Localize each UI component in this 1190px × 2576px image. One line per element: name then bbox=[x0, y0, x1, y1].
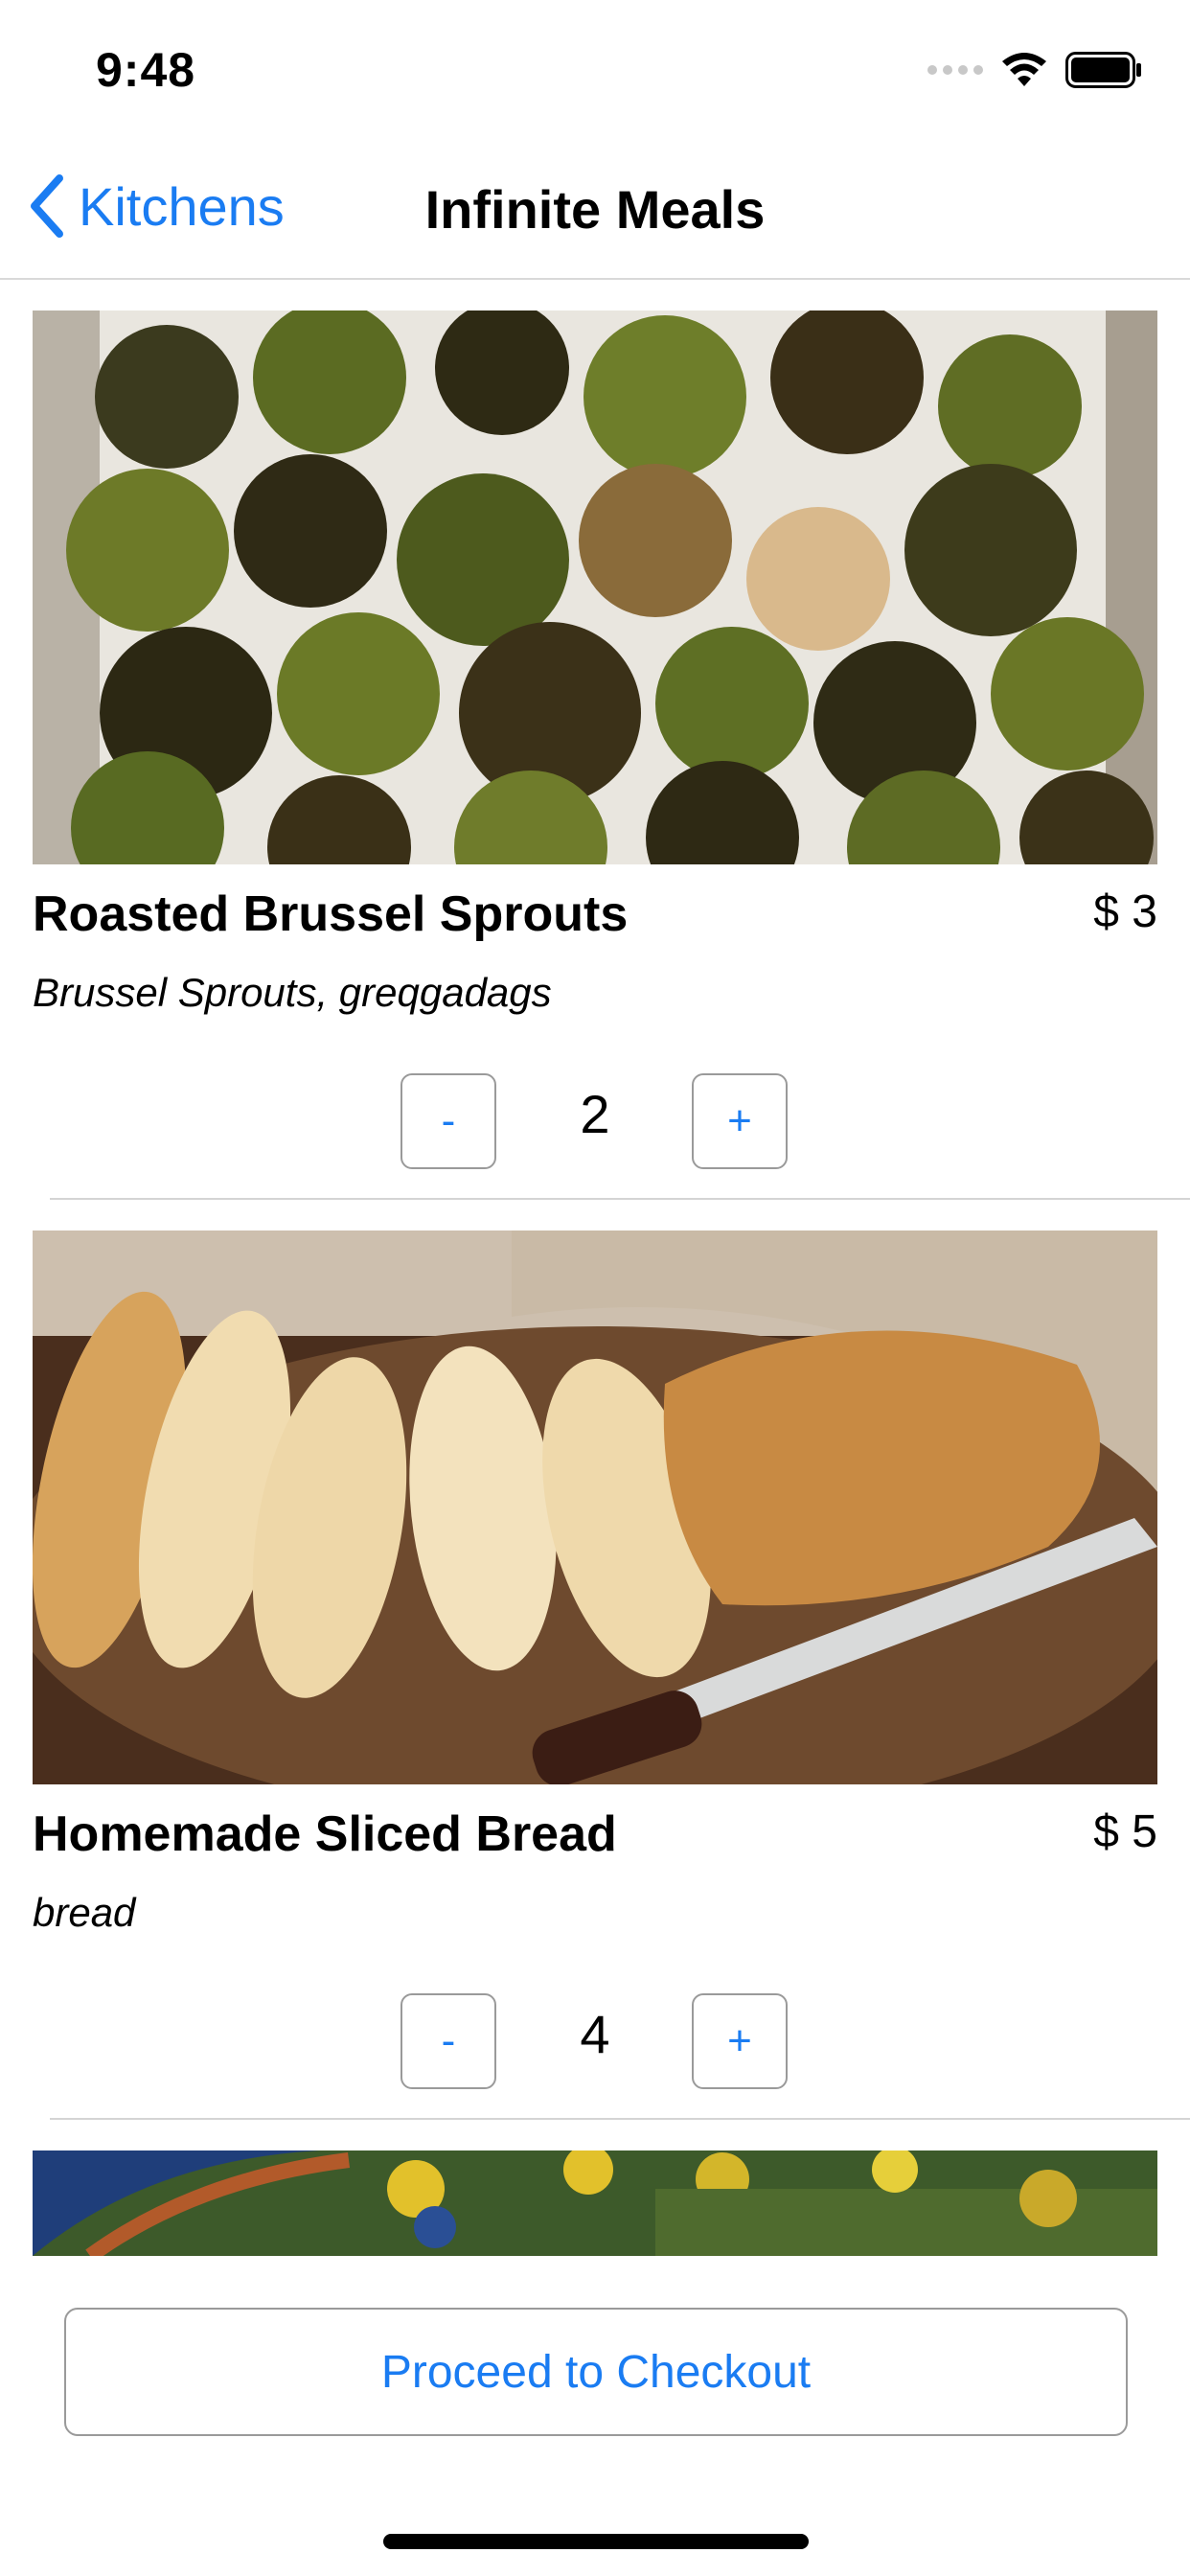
dish-name: Homemade Sliced Bread bbox=[33, 1806, 617, 1862]
checkout-footer: Proceed to Checkout bbox=[0, 2256, 1190, 2576]
dish-price: $ 3 bbox=[1093, 886, 1157, 937]
roasted-brussel-sprouts-photo bbox=[33, 310, 1157, 864]
wifi-icon bbox=[1002, 53, 1046, 86]
increase-quantity-button[interactable]: + bbox=[692, 1073, 788, 1169]
battery-icon bbox=[1065, 52, 1141, 88]
quantity-value: 4 bbox=[580, 2004, 610, 2064]
home-indicator[interactable] bbox=[383, 2534, 809, 2549]
menu-item: Roasted Brussel Sprouts $ 3 Brussel Spro… bbox=[0, 280, 1190, 1200]
page-title: Infinite Meals bbox=[424, 179, 766, 240]
increase-quantity-button[interactable]: + bbox=[692, 1993, 788, 2089]
navigation-bar: Kitchens Infinite Meals bbox=[0, 144, 1190, 280]
menu-item: Homemade Sliced Bread $ 5 bread - 4 + bbox=[0, 1200, 1190, 2120]
menu-list[interactable]: Roasted Brussel Sprouts $ 3 Brussel Spro… bbox=[0, 280, 1190, 2256]
dish-price: $ 5 bbox=[1093, 1806, 1157, 1857]
status-icons bbox=[927, 52, 1142, 88]
decrease-quantity-button[interactable]: - bbox=[400, 1993, 496, 2089]
quantity-stepper: - 2 + bbox=[0, 1073, 1190, 1169]
decrease-quantity-button[interactable]: - bbox=[400, 1073, 496, 1169]
status-bar: 9:48 bbox=[0, 0, 1190, 144]
dish-photo bbox=[33, 2150, 1157, 2256]
dish-name: Roasted Brussel Sprouts bbox=[33, 886, 629, 942]
quantity-stepper: - 4 + bbox=[0, 1993, 1190, 2089]
status-time: 9:48 bbox=[96, 43, 196, 97]
signal-icon bbox=[927, 65, 983, 75]
divider bbox=[50, 2118, 1190, 2120]
sliced-bread-photo bbox=[33, 1230, 1157, 1784]
dish-ingredients: bread bbox=[33, 1890, 136, 1935]
checkout-button[interactable]: Proceed to Checkout bbox=[64, 2308, 1128, 2436]
dish-ingredients: Brussel Sprouts, greqgadags bbox=[33, 970, 552, 1015]
quantity-value: 2 bbox=[580, 1084, 610, 1144]
